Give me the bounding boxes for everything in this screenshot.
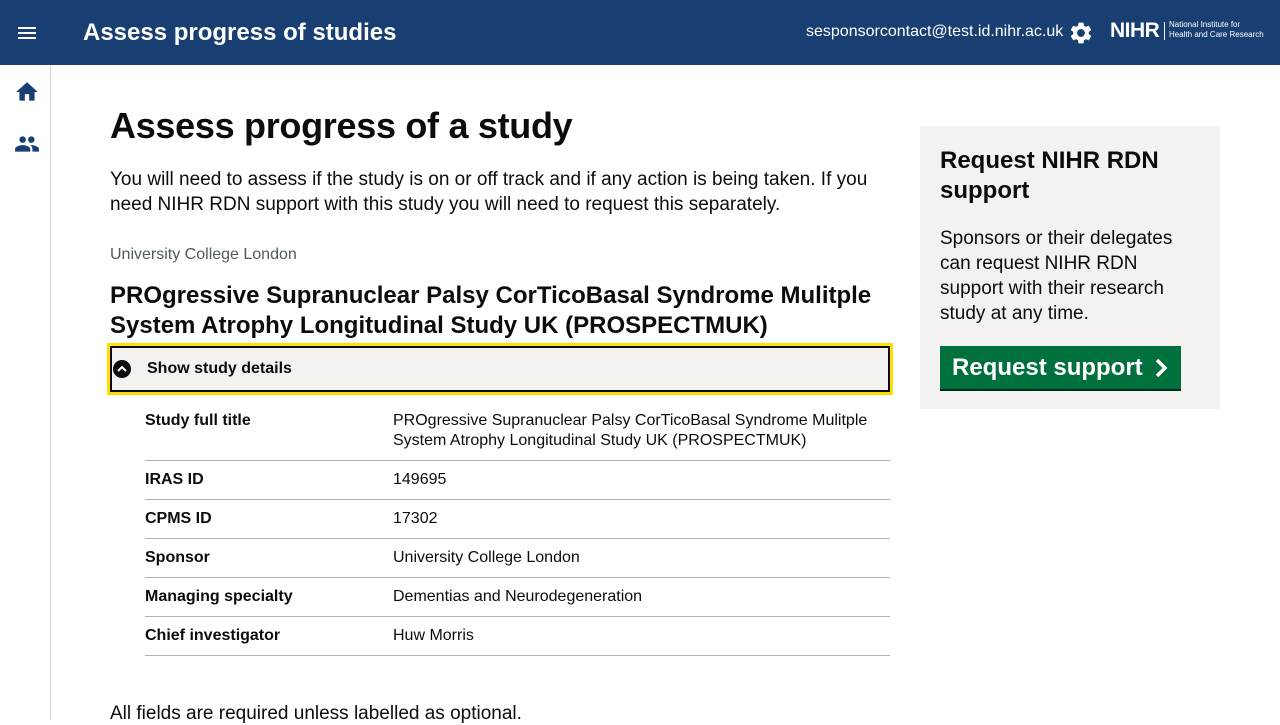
summary-value: Huw Morris	[393, 627, 474, 644]
summary-key: Sponsor	[145, 549, 210, 566]
chevron-right-icon	[1153, 357, 1169, 379]
summary-row: IRAS ID 149695	[145, 461, 890, 500]
request-support-button[interactable]: Request support	[940, 346, 1181, 391]
study-summary-list: Study full title PROgressive Supranuclea…	[145, 402, 890, 656]
summary-row: Managing specialty Dementias and Neurode…	[145, 578, 890, 617]
summary-row: CPMS ID 17302	[145, 500, 890, 539]
summary-value: PROgressive Supranuclear Palsy CorTicoBa…	[393, 412, 868, 449]
menu-icon[interactable]	[14, 20, 40, 46]
logo-text: National Institute for Health and Care R…	[1169, 20, 1264, 39]
app-title[interactable]: Assess progress of studies	[83, 17, 396, 49]
logo-divider	[1164, 22, 1165, 40]
people-icon[interactable]	[14, 131, 40, 157]
summary-key: Study full title	[145, 412, 251, 429]
user-email: sesponsorcontact@test.id.nihr.ac.uk	[806, 23, 1064, 40]
panel-title: Request NIHR RDN support	[940, 147, 1159, 204]
gear-icon[interactable]	[1068, 20, 1094, 46]
show-study-details-toggle[interactable]: Show study details	[107, 343, 893, 395]
page-title: Assess progress of a study	[110, 105, 573, 146]
summary-value: Dementias and Neurodegeneration	[393, 588, 643, 605]
organisation-caption: University College London	[110, 246, 297, 263]
summary-row: Chief investigator Huw Morris	[145, 617, 890, 656]
app-header: Assess progress of studies sesponsorcont…	[0, 0, 1280, 65]
summary-value: University College London	[393, 549, 580, 566]
home-icon[interactable]	[14, 79, 40, 105]
details-toggle-label: Show study details	[147, 360, 292, 377]
summary-value: 17302	[393, 510, 438, 527]
required-fields-note: All fields are required unless labelled …	[110, 703, 522, 724]
summary-key: CPMS ID	[145, 510, 212, 527]
panel-body: Sponsors or their delegates can request …	[940, 228, 1173, 324]
request-support-label: Request support	[952, 353, 1143, 381]
side-navigation	[0, 65, 51, 720]
summary-key: Managing specialty	[145, 588, 293, 605]
summary-row: Study full title PROgressive Supranuclea…	[145, 402, 890, 461]
chevron-up-icon	[112, 359, 132, 379]
study-title: PROgressive Supranuclear Palsy CorTicoBa…	[110, 282, 872, 339]
intro-text: You will need to assess if the study is …	[110, 169, 868, 215]
main-content: Assess progress of a study You will need…	[107, 100, 893, 656]
summary-key: Chief investigator	[145, 627, 281, 644]
logo-mark: NIHR	[1110, 19, 1160, 42]
summary-row: Sponsor University College London	[145, 539, 890, 578]
nihr-logo[interactable]: NIHR National Institute for Health and C…	[1110, 17, 1270, 47]
summary-value: 149695	[393, 471, 447, 488]
summary-key: IRAS ID	[145, 471, 204, 488]
support-panel: Request NIHR RDN support Sponsors or the…	[920, 126, 1220, 409]
